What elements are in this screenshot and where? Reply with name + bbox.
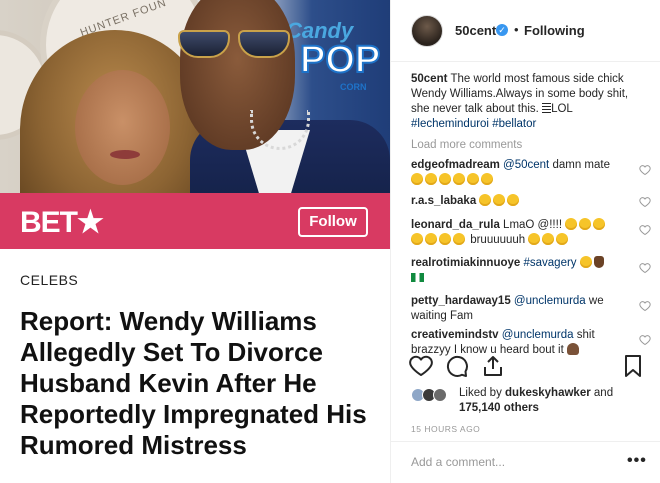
heart-icon[interactable] bbox=[409, 354, 433, 378]
comment-text: LmaO @!!!! bbox=[503, 219, 566, 231]
liker-avatar[interactable] bbox=[433, 388, 447, 402]
comment-username[interactable]: creativemindstv bbox=[411, 329, 499, 341]
bet-banner: BET★ Follow bbox=[0, 193, 390, 249]
bookmark-icon[interactable] bbox=[621, 354, 645, 378]
laughing-emoji-icon bbox=[453, 233, 465, 245]
comment-mention[interactable]: @unclemurda bbox=[514, 295, 586, 307]
caption-suffix: LOL bbox=[551, 103, 573, 115]
comment-icon[interactable] bbox=[445, 354, 469, 378]
grin-emoji-icon bbox=[579, 256, 592, 268]
comment-like-heart-icon[interactable] bbox=[639, 334, 651, 346]
sunglasses bbox=[176, 30, 294, 60]
post-caption: 50cent The world most famous side chick … bbox=[411, 72, 646, 132]
likes-text: Liked by dukeskyhawker and 175,140 other… bbox=[459, 386, 659, 416]
post-header: 50cent ✓ • Following bbox=[391, 0, 660, 62]
backdrop-pop-text: POP bbox=[299, 39, 381, 81]
laughing-emoji-icon bbox=[439, 173, 451, 185]
header-username[interactable]: 50cent bbox=[455, 23, 496, 38]
laughing-emoji-icon bbox=[411, 173, 423, 185]
liker-username[interactable]: dukeskyhawker bbox=[505, 387, 591, 399]
comment-item: r.a.s_labaka bbox=[411, 194, 651, 214]
woman-face bbox=[75, 70, 170, 185]
comment-item: realrotimiakinnuoye #savagery bbox=[411, 256, 651, 290]
comment-username[interactable]: leonard_da_rula bbox=[411, 219, 500, 231]
comment-like-heart-icon[interactable] bbox=[639, 300, 651, 312]
comment-text: damn mate bbox=[549, 159, 610, 171]
following-button[interactable]: Following bbox=[524, 23, 585, 38]
category-label: CELEBS bbox=[20, 272, 79, 288]
hashtag-link[interactable]: #bellator bbox=[492, 118, 536, 130]
laughing-emoji-icon bbox=[439, 233, 451, 245]
more-options-icon[interactable]: ••• bbox=[627, 452, 647, 470]
comment-item: petty_hardaway15 @unclemurda we waiting … bbox=[411, 294, 651, 326]
hashtag-link[interactable]: #lecheminduroi bbox=[411, 118, 489, 130]
laughing-emoji-icon bbox=[479, 194, 492, 206]
laughing-emoji-icon bbox=[556, 233, 569, 245]
comment-mention[interactable]: @50cent bbox=[503, 159, 549, 171]
article-headline: Report: Wendy Williams Allegedly Set To … bbox=[20, 306, 367, 460]
woman-lips bbox=[110, 150, 140, 159]
laughing-emoji-icon bbox=[425, 173, 437, 185]
post-timestamp[interactable]: 15 HOURS AGO bbox=[411, 424, 480, 434]
laughing-emoji-icon bbox=[493, 194, 506, 206]
laughing-emoji-icon bbox=[481, 173, 493, 185]
image-follow-button: Follow bbox=[298, 207, 368, 237]
comment-like-heart-icon[interactable] bbox=[639, 196, 651, 208]
load-more-comments-link[interactable]: Load more comments bbox=[411, 139, 522, 151]
share-icon[interactable] bbox=[481, 354, 505, 378]
post-side-panel: 50cent ✓ • Following 50cent The world mo… bbox=[390, 0, 660, 483]
laughing-emoji-icon bbox=[411, 233, 423, 245]
comment-username[interactable]: r.a.s_labaka bbox=[411, 195, 476, 207]
verified-badge-icon: ✓ bbox=[496, 24, 508, 36]
add-comment-input[interactable] bbox=[411, 455, 611, 469]
laughing-emoji-icon bbox=[579, 218, 592, 230]
comment-list: edgeofmadream @50cent damn mate r.a.s_la… bbox=[411, 158, 651, 360]
likes-summary: Liked by dukeskyhawker and 175,140 other… bbox=[411, 386, 651, 420]
bet-logo: BET★ bbox=[20, 206, 104, 239]
comment-like-heart-icon[interactable] bbox=[639, 262, 651, 274]
comment-extra-text: bruuuuuuh bbox=[470, 234, 526, 246]
laughing-emoji-icon bbox=[507, 194, 520, 206]
comment-username[interactable]: edgeofmadream bbox=[411, 159, 500, 171]
laughing-emoji-icon bbox=[542, 233, 555, 245]
avatar[interactable] bbox=[411, 15, 443, 47]
caption-icon bbox=[542, 103, 552, 113]
add-comment-bar: ••• bbox=[391, 441, 660, 483]
nigeria-flag-icon bbox=[411, 273, 424, 282]
comment-like-heart-icon[interactable] bbox=[639, 224, 651, 236]
likes-count-link[interactable]: 175,140 others bbox=[459, 402, 539, 414]
laughing-emoji-icon bbox=[467, 173, 479, 185]
header-separator: • bbox=[514, 22, 519, 37]
caption-username[interactable]: 50cent bbox=[411, 73, 447, 85]
couple-photo: HUNTER FOUN Candy POP CORN bbox=[0, 0, 390, 193]
backdrop-popcorn-text: CORN bbox=[340, 82, 367, 92]
laughing-emoji-icon bbox=[528, 233, 541, 245]
laughing-emoji-icon bbox=[453, 173, 465, 185]
comment-username[interactable]: petty_hardaway15 bbox=[411, 295, 511, 307]
action-bar bbox=[391, 354, 660, 380]
likes-prefix: Liked by bbox=[459, 387, 506, 399]
likes-middle: and bbox=[590, 387, 614, 399]
comment-like-heart-icon[interactable] bbox=[639, 164, 651, 176]
comment-mention[interactable]: @unclemurda bbox=[502, 329, 574, 341]
laughing-emoji-icon bbox=[425, 233, 437, 245]
comment-item: edgeofmadream @50cent damn mate bbox=[411, 158, 651, 192]
comment-hashtag[interactable]: #savagery bbox=[524, 257, 577, 269]
laughing-emoji-icon bbox=[565, 218, 578, 230]
comment-username[interactable]: realrotimiakinnuoye bbox=[411, 257, 520, 269]
victory-hand-icon bbox=[593, 256, 604, 268]
laughing-emoji-icon bbox=[593, 218, 606, 230]
post-image[interactable]: HUNTER FOUN Candy POP CORN BET★ Follow C… bbox=[0, 0, 390, 483]
comment-item: leonard_da_rula LmaO @!!!! bruuuuuuh bbox=[411, 218, 651, 252]
